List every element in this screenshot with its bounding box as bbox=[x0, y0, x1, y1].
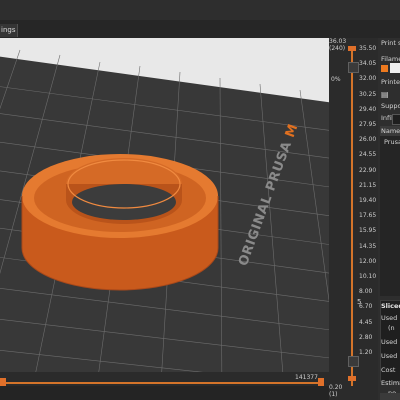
infill-combo[interactable] bbox=[392, 114, 400, 125]
layer-slider-button-bottom[interactable] bbox=[348, 356, 359, 367]
right-sidebar: Print se Filamen Printer ▤ Suppo Infill … bbox=[378, 38, 400, 400]
layer-tick-label: 21.15 bbox=[359, 181, 377, 189]
tab-bar bbox=[0, 20, 400, 38]
layer-tick-label: 34.05 bbox=[359, 60, 377, 68]
filament-label: Filamen bbox=[381, 55, 400, 63]
list-item[interactable]: Prusa bbox=[384, 138, 400, 146]
printer-label: Printer bbox=[381, 78, 400, 86]
layer-slider[interactable]: 36.03 (240) 0% 35.50 34.05 32.00 30.25 29.40… bbox=[329, 38, 378, 400]
sliced-info-title: Sliced bbox=[381, 302, 400, 310]
layer-tick-label: 32.00 bbox=[359, 75, 377, 83]
tab-settings[interactable]: ings bbox=[0, 24, 18, 37]
horizontal-slider-track[interactable] bbox=[6, 382, 322, 384]
3d-viewport[interactable]: ORIGINAL PRUSA M bbox=[0, 38, 329, 386]
layer-slider-top-readout: 36.03 (240) bbox=[329, 38, 346, 52]
layer-slider-button-top[interactable] bbox=[348, 62, 359, 73]
layer-slider-thumb-top[interactable] bbox=[348, 46, 356, 51]
object-list[interactable]: Prusa bbox=[380, 136, 400, 296]
filament-combo[interactable] bbox=[390, 63, 400, 73]
name-column-header: Name bbox=[381, 127, 400, 135]
layer-tick-label: 27.95 bbox=[359, 121, 377, 128]
layer-tick-label: 8.00 bbox=[359, 288, 373, 296]
layer-tick-label: 4.45 bbox=[359, 318, 373, 326]
layer-slider-marker: 5 bbox=[357, 298, 362, 306]
layer-slider-thumb-bottom[interactable] bbox=[348, 376, 356, 381]
sliced-info-line: (n bbox=[388, 324, 395, 332]
layer-tick-label: 2.80 bbox=[359, 333, 373, 341]
object-list-header: Name bbox=[380, 126, 400, 136]
layer-tick-label: 29.40 bbox=[359, 105, 377, 113]
sliced-info-line: Used F bbox=[381, 338, 400, 346]
top-toolbar bbox=[0, 0, 400, 20]
sliced-info-line: Estima bbox=[381, 379, 400, 387]
layer-slider-bottom-readout: 0.20 (1) bbox=[329, 384, 342, 398]
status-bar bbox=[0, 386, 330, 400]
ring-object bbox=[21, 154, 219, 291]
layer-tick-label: 22.90 bbox=[359, 166, 377, 174]
print-bed-scene bbox=[0, 49, 329, 386]
layer-tick-label: 14.35 bbox=[359, 242, 377, 250]
bottom-height: 0.20 bbox=[329, 384, 343, 391]
layer-tick-label: 35.50 bbox=[359, 45, 377, 52]
layer-tick-label: 17.65 bbox=[359, 212, 377, 220]
export-button[interactable] bbox=[380, 393, 400, 400]
layer-tick-label: 26.00 bbox=[359, 136, 377, 144]
top-height: 36.03 bbox=[329, 38, 347, 45]
sliced-info-line: Used F bbox=[381, 352, 400, 360]
layer-tick-label: 24.55 bbox=[359, 151, 377, 159]
layer-slider-track[interactable] bbox=[351, 46, 353, 386]
top-layer: (240) bbox=[329, 45, 346, 52]
layer-tick-label: 15.95 bbox=[359, 227, 377, 235]
filament-color-swatch[interactable] bbox=[381, 65, 388, 72]
print-settings-label: Print se bbox=[381, 39, 400, 47]
supports-label: Suppo bbox=[381, 102, 400, 110]
horizontal-slider-value: 141377 bbox=[295, 374, 318, 381]
printer-icon[interactable]: ▤ bbox=[381, 90, 389, 99]
layer-slider-percent: 0% bbox=[331, 76, 341, 83]
layer-tick-label: 19.40 bbox=[359, 197, 377, 204]
sliced-info-line: Used F bbox=[381, 314, 400, 322]
sliced-info-line: Cost bbox=[381, 366, 396, 374]
bottom-layer: (1) bbox=[329, 391, 338, 398]
layer-tick-label: 12.00 bbox=[359, 257, 377, 265]
layer-tick-label: 1.20 bbox=[359, 349, 373, 356]
layer-tick-label: 30.25 bbox=[359, 90, 377, 98]
layer-tick-label: 10.10 bbox=[359, 273, 377, 280]
